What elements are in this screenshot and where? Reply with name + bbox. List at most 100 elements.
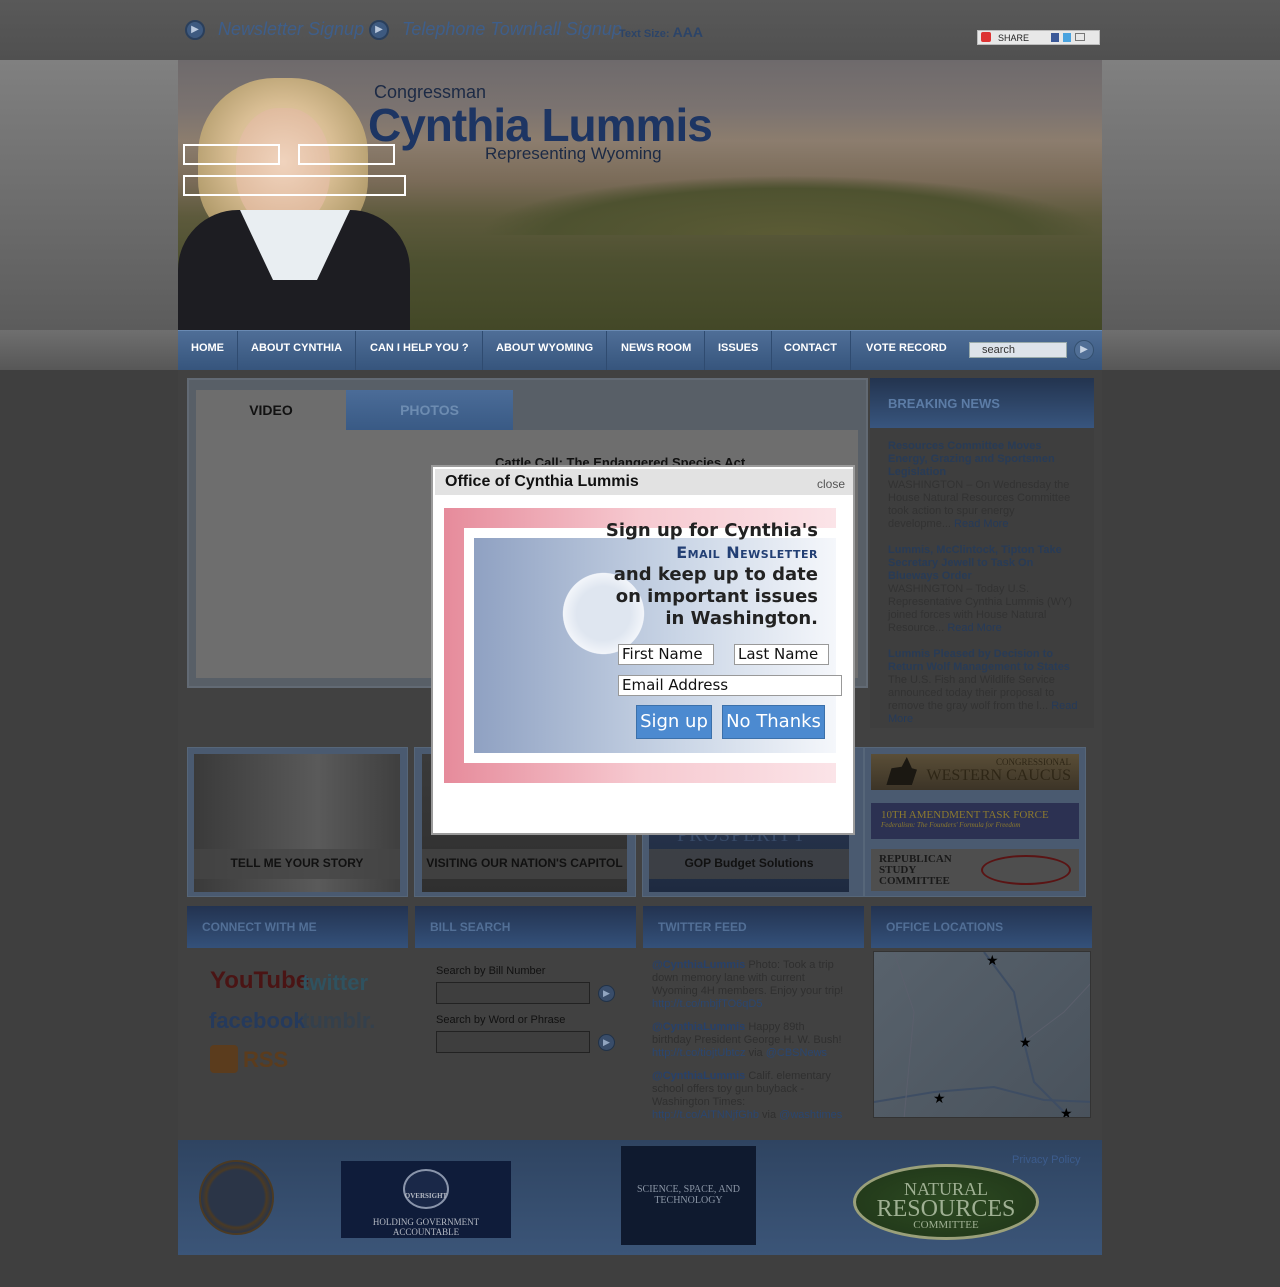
main-nav: HOME ABOUT CYNTHIA CAN I HELP YOU ? ABOU…	[178, 330, 1102, 371]
facebook-icon[interactable]: facebook	[209, 1008, 306, 1034]
bill-number-input[interactable]	[436, 982, 590, 1004]
nav-home[interactable]: HOME	[178, 331, 238, 371]
tweet-handle[interactable]: @CynthiaLummis	[652, 1021, 745, 1033]
top-bar: ▶ Newsletter Signup ▶ Telephone Townhall…	[0, 0, 1280, 60]
science-committee-logo[interactable]: SCIENCE, SPACE, AND TECHNOLOGY	[621, 1146, 756, 1245]
header-focus-box[interactable]	[183, 144, 280, 165]
youtube-icon[interactable]: YouTube	[210, 967, 309, 995]
nav-about-cynthia[interactable]: ABOUT CYNTHIA	[238, 331, 357, 371]
read-more-link[interactable]: Read More	[954, 518, 1008, 530]
news-item: Lummis, McClintock, Tipton Take Secretar…	[888, 544, 1078, 635]
tweet-handle[interactable]: @CynthiaLummis	[652, 959, 745, 971]
sign-up-button[interactable]: Sign up	[636, 705, 712, 739]
newsletter-headline: in Washington.	[665, 608, 818, 629]
email-share-icon[interactable]	[1075, 33, 1085, 41]
rss-link[interactable]: RSS	[243, 1047, 288, 1073]
news-title[interactable]: Lummis, McClintock, Tipton Take Secretar…	[888, 544, 1078, 583]
bill-word-go-icon[interactable]: ▶	[598, 1034, 615, 1051]
tweet-via-handle[interactable]: @washtimes	[779, 1109, 842, 1121]
no-thanks-button[interactable]: No Thanks	[722, 705, 825, 739]
header-focus-box[interactable]	[183, 175, 406, 196]
rsc-banner[interactable]: REPUBLICAN STUDY COMMITTEE	[871, 849, 1079, 891]
breaking-news-heading: BREAKING NEWS	[870, 378, 1094, 428]
tweet-link[interactable]: http://t.co/AlTNNjfGhb	[652, 1109, 759, 1121]
office-star-icon[interactable]: ★	[1019, 1034, 1032, 1051]
bill-number-label: Search by Bill Number	[436, 965, 546, 977]
nav-about-wyoming[interactable]: ABOUT WYOMING	[483, 331, 608, 371]
newsletter-headline: Sign up for Cynthia's	[605, 520, 818, 541]
nav-vote-record[interactable]: VOTE RECORD	[853, 331, 960, 371]
bill-number-go-icon[interactable]: ▶	[598, 985, 615, 1002]
tweet-via-handle[interactable]: @CBSNews	[766, 1047, 827, 1059]
newsletter-card: Sign up for Cynthia's Email Newsletter a…	[444, 508, 842, 783]
twitter-icon[interactable]: twitter	[302, 970, 368, 996]
first-name-input[interactable]: First Name	[618, 644, 714, 665]
share-button[interactable]: SHARE	[977, 30, 1100, 45]
search-go-icon[interactable]: ▶	[1074, 340, 1094, 360]
last-name-input[interactable]: Last Name	[734, 644, 829, 665]
bill-word-label: Search by Word or Phrase	[436, 1014, 566, 1026]
header-focus-box[interactable]	[298, 144, 395, 165]
tweet: @CynthiaLummis Happy 89th birthday Presi…	[652, 1021, 844, 1060]
natural-resources-logo[interactable]: NATURAL RESOURCES COMMITTEE	[853, 1164, 1039, 1240]
western-caucus-banner[interactable]: CONGRESSIONAL WESTERN CAUCUS	[871, 754, 1079, 790]
share-plus-icon	[981, 32, 991, 42]
oversight-logo[interactable]: OVERSIGHT HOLDING GOVERNMENT ACCOUNTABLE	[341, 1161, 511, 1238]
oversight-tagline: HOLDING GOVERNMENT ACCOUNTABLE	[372, 1217, 480, 1237]
promo-budget-label[interactable]: GOP Budget Solutions	[649, 849, 849, 879]
tab-photos[interactable]: PHOTOS	[346, 390, 513, 430]
nav-can-i-help[interactable]: CAN I HELP YOU ?	[357, 331, 483, 371]
newsletter-modal: Office of Cynthia Lummis close Sign up f…	[431, 465, 855, 835]
promo-capitol-label[interactable]: VISITING OUR NATION'S CAPITOL	[422, 849, 627, 879]
newsletter-signup-link[interactable]: Newsletter Signup	[218, 19, 364, 40]
email-input[interactable]: Email Address	[618, 675, 842, 696]
office-star-icon[interactable]: ★	[1060, 1105, 1073, 1117]
privacy-policy-link[interactable]: Privacy Policy	[1012, 1154, 1080, 1166]
newsletter-headline: Email Newsletter	[676, 543, 818, 562]
text-size-label: Text Size:	[619, 28, 670, 40]
office-star-icon[interactable]: ★	[986, 952, 999, 969]
news-item: Lummis Pleased by Decision to Return Wol…	[888, 648, 1078, 726]
search-input[interactable]: search	[969, 342, 1067, 358]
news-summary: The U.S. Fish and Wildlife Service annou…	[888, 674, 1055, 712]
house-seal-icon[interactable]	[199, 1160, 274, 1235]
caucus-small-text: CONGRESSIONAL	[995, 757, 1071, 767]
townhall-signup-link[interactable]: Telephone Townhall Signup	[402, 19, 622, 40]
modal-close-button[interactable]: close	[817, 471, 845, 497]
tweet-handle[interactable]: @CynthiaLummis	[652, 1070, 745, 1082]
tweet-link[interactable]: http://t.co/tiojtUbtcz	[652, 1047, 746, 1059]
rss-icon[interactable]	[210, 1045, 238, 1073]
text-size-buttons[interactable]: AAA	[673, 24, 703, 40]
nav-issues[interactable]: ISSUES	[705, 331, 773, 371]
oversight-title: OVERSIGHT	[404, 1192, 448, 1200]
text-size-control: Text Size: AAA	[619, 24, 703, 40]
tweet-link[interactable]: http://t.co/mbjfTO6qD5	[652, 998, 762, 1010]
tenth-amendment-banner[interactable]: 10TH AMENDMENT TASK FORCE Federalism: Th…	[871, 803, 1079, 839]
nav-news-room[interactable]: NEWS ROOM	[608, 331, 706, 371]
map-roads	[874, 952, 1090, 1117]
twitter-share-icon[interactable]	[1063, 33, 1071, 42]
bill-word-input[interactable]	[436, 1031, 590, 1053]
tweet: @CynthiaLummis Calif. elementary school …	[652, 1070, 844, 1122]
tenth-subtext: Federalism: The Founders' Formula for Fr…	[881, 821, 1021, 829]
arrow-circle-icon[interactable]: ▶	[369, 20, 389, 40]
facebook-share-icon[interactable]	[1051, 33, 1059, 42]
office-star-icon[interactable]: ★	[933, 1090, 946, 1107]
modal-title: Office of Cynthia Lummis	[445, 473, 639, 490]
news-title[interactable]: Lummis Pleased by Decision to Return Wol…	[888, 648, 1078, 674]
tab-video[interactable]: VIDEO	[196, 390, 346, 430]
office-map[interactable]: ★ ★ ★ ★	[873, 951, 1091, 1118]
arrow-circle-icon[interactable]: ▶	[185, 20, 205, 40]
nav-contact[interactable]: CONTACT	[771, 331, 851, 371]
newsletter-headline: on important issues	[615, 586, 818, 607]
bill-search-heading: BILL SEARCH	[415, 906, 636, 948]
rsc-logo-icon	[981, 855, 1071, 885]
read-more-link[interactable]: Read More	[947, 622, 1001, 634]
tweet: @CynthiaLummis Photo: Took a trip down m…	[652, 959, 844, 1011]
promo-story-label[interactable]: TELL ME YOUR STORY	[194, 849, 400, 879]
share-label: SHARE	[998, 33, 1030, 43]
tweet-via: via	[748, 1047, 763, 1059]
newsletter-headline: and keep up to date	[613, 564, 818, 585]
tumblr-icon[interactable]: tumblr.	[302, 1008, 375, 1034]
news-title[interactable]: Resources Committee Moves Energy, Grazin…	[888, 440, 1078, 479]
